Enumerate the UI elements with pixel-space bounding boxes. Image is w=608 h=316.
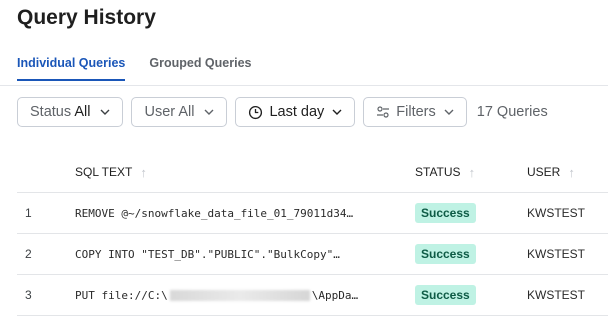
more-filters-button[interactable]: Filters bbox=[363, 97, 467, 127]
status-badge: Success bbox=[415, 203, 476, 223]
time-range-value: Last day bbox=[269, 104, 325, 120]
sql-text-suffix: \AppDa… bbox=[311, 288, 359, 302]
status-filter-dropdown[interactable]: Status All bbox=[17, 97, 124, 127]
redacted-path bbox=[169, 289, 310, 301]
tab-bar: Individual Queries Grouped Queries bbox=[17, 56, 251, 81]
query-count: 17 Queries bbox=[476, 104, 548, 120]
more-filters-label: Filters bbox=[396, 104, 436, 120]
chevron-down-icon bbox=[332, 109, 342, 115]
table-header-row: SQL TEXT ↑ STATUS ↑ USER ↑ bbox=[17, 152, 608, 193]
status-filter-value: All bbox=[74, 104, 91, 120]
status-cell: Success bbox=[415, 275, 476, 315]
sort-up-icon: ↑ bbox=[468, 164, 476, 180]
status-badge: Success bbox=[415, 285, 476, 305]
status-badge: Success bbox=[415, 244, 476, 264]
sql-text: COPY INTO "TEST_DB"."PUBLIC"."BulkCopy"… bbox=[75, 247, 340, 261]
status-column-header[interactable]: STATUS ↑ bbox=[415, 152, 475, 192]
filter-bar: Status All User All Last day Filters 17 … bbox=[17, 97, 548, 127]
sql-text: REMOVE @~/snowflake_data_file_01_79011d3… bbox=[75, 206, 354, 220]
query-history-table: SQL TEXT ↑ STATUS ↑ USER ↑ 1 REMOVE @~/s… bbox=[17, 152, 608, 316]
chevron-down-icon bbox=[204, 109, 214, 115]
sql-text-header-label: SQL TEXT bbox=[75, 165, 133, 179]
table-row[interactable]: 2 COPY INTO "TEST_DB"."PUBLIC"."BulkCopy… bbox=[17, 234, 608, 275]
sql-text-prefix: PUT file://C:\ bbox=[75, 288, 168, 302]
sql-text-column-header[interactable]: SQL TEXT ↑ bbox=[75, 152, 147, 192]
status-filter-label: Status bbox=[30, 104, 72, 120]
row-index: 1 bbox=[25, 206, 32, 220]
sql-text: PUT file://C:\ \AppDa… bbox=[75, 275, 358, 315]
user-filter-dropdown[interactable]: User All bbox=[131, 97, 228, 127]
tab-divider bbox=[0, 85, 608, 86]
page-title: Query History bbox=[17, 6, 156, 29]
row-index: 3 bbox=[25, 288, 32, 302]
sliders-icon bbox=[377, 106, 390, 118]
sort-up-icon: ↑ bbox=[140, 164, 147, 180]
user-column-header[interactable]: USER ↑ bbox=[527, 152, 575, 192]
user-cell: KWSTEST bbox=[527, 247, 586, 261]
status-header-label: STATUS bbox=[415, 165, 461, 179]
user-header-label: USER bbox=[527, 165, 561, 179]
user-filter-label: User bbox=[144, 104, 176, 120]
chevron-down-icon bbox=[100, 109, 110, 115]
user-filter-value: All bbox=[178, 104, 195, 120]
table-row[interactable]: 3 PUT file://C:\ \AppDa… Success KWSTEST bbox=[17, 275, 608, 316]
tab-grouped-queries[interactable]: Grouped Queries bbox=[149, 56, 251, 81]
row-index: 2 bbox=[25, 247, 32, 261]
sort-up-icon: ↑ bbox=[568, 164, 575, 180]
clock-icon bbox=[249, 105, 263, 119]
status-cell: Success bbox=[415, 193, 476, 233]
time-range-dropdown[interactable]: Last day bbox=[235, 97, 356, 127]
user-cell: KWSTEST bbox=[527, 288, 586, 302]
status-cell: Success bbox=[415, 234, 476, 274]
table-row[interactable]: 1 REMOVE @~/snowflake_data_file_01_79011… bbox=[17, 193, 608, 234]
tab-individual-queries[interactable]: Individual Queries bbox=[17, 56, 126, 81]
user-cell: KWSTEST bbox=[527, 206, 586, 220]
chevron-down-icon bbox=[444, 109, 454, 115]
